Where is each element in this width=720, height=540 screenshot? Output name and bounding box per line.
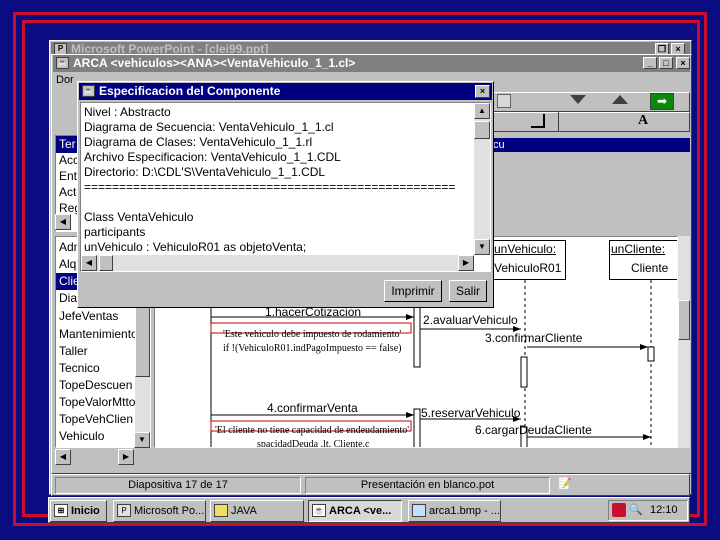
start-label: Inicio bbox=[71, 505, 100, 517]
center-header-fragment: cu bbox=[491, 138, 690, 152]
class-list-scroll-left[interactable]: ◀ bbox=[55, 449, 71, 465]
spec-scroll-right[interactable]: ▶ bbox=[458, 255, 474, 271]
list-top-item[interactable]: Ent bbox=[56, 168, 77, 185]
class-list-item[interactable]: TopeDescuen bbox=[56, 377, 139, 394]
class-list-item[interactable]: TopeVehClien bbox=[56, 411, 139, 428]
template-indicator: Presentación en blanco.pot bbox=[305, 477, 550, 494]
clock[interactable]: 12:10 bbox=[650, 503, 678, 517]
spec-line: ========================================… bbox=[84, 180, 456, 194]
message-3[interactable]: 3.confirmarCliente bbox=[485, 331, 582, 345]
scroll-left-arrow[interactable]: ◀ bbox=[55, 214, 71, 230]
spec-line: unVehiculo : VehiculoR01 as objetoVenta; bbox=[84, 240, 307, 254]
menu-item[interactable]: Dor bbox=[56, 74, 74, 86]
condition-impuesto[interactable]: if !(VehiculoR01.indPagoImpuesto == fals… bbox=[223, 343, 401, 354]
java-cup-icon: ☕ bbox=[56, 57, 69, 69]
class-list-scroll-thumb[interactable] bbox=[135, 297, 150, 377]
exit-button[interactable]: Salir bbox=[449, 280, 487, 302]
spec-scroll-up[interactable]: ▲ bbox=[474, 103, 490, 119]
line-tool-icon[interactable] bbox=[531, 114, 545, 128]
class-list-item[interactable]: Tecnico bbox=[56, 360, 139, 377]
class-list-scroll-down[interactable]: ▼ bbox=[134, 432, 150, 448]
arca-minimize-button[interactable]: _ bbox=[643, 57, 657, 69]
spec-text-area[interactable]: Nivel : Abstracto Diagrama de Secuencia:… bbox=[80, 102, 491, 272]
message-6[interactable]: 6.cargarDeudaCliente bbox=[475, 423, 592, 437]
spec-line: participants bbox=[84, 225, 146, 239]
windows-logo-icon: ⊞ bbox=[54, 504, 68, 517]
spec-line: Nivel : Abstracto bbox=[84, 105, 171, 119]
powerpoint-task-icon: P bbox=[117, 504, 131, 517]
spec-dialog-title: Especificacion del Componente bbox=[99, 84, 281, 98]
task-powerpoint[interactable]: P Microsoft Po... bbox=[113, 500, 206, 522]
task-label: ARCA <ve... bbox=[329, 505, 392, 517]
text-tool-letter[interactable]: A bbox=[638, 113, 648, 129]
canvas-vscroll[interactable] bbox=[678, 236, 690, 448]
magnifier-icon[interactable]: 🔍 bbox=[629, 503, 643, 517]
spec-line bbox=[84, 195, 472, 210]
list-top-item[interactable]: Acc bbox=[56, 152, 79, 169]
spellcheck-icon[interactable]: 📝 bbox=[558, 477, 580, 492]
task-label: JAVA bbox=[231, 505, 257, 517]
task-java[interactable]: JAVA bbox=[210, 500, 304, 522]
slide-indicator: Diapositiva 17 de 17 bbox=[55, 477, 301, 494]
spec-scroll-down[interactable]: ▼ bbox=[474, 239, 490, 255]
java-cup-icon: ☕ bbox=[82, 85, 95, 97]
spec-scroll-left[interactable]: ◀ bbox=[81, 255, 97, 271]
note-deuda[interactable]: 'El cliente no tiene capacidad de endeud… bbox=[215, 425, 409, 436]
shield-icon[interactable] bbox=[612, 503, 626, 517]
spec-hscroll[interactable] bbox=[81, 255, 474, 271]
spec-line: Archivo Especificacion: VentaVehiculo_1_… bbox=[84, 150, 341, 164]
forward-arrow-icon[interactable]: ➡ bbox=[650, 93, 674, 110]
move-up-icon[interactable] bbox=[612, 95, 628, 104]
spec-dialog-close-button[interactable]: × bbox=[475, 85, 490, 98]
task-arca[interactable]: ☕ ARCA <ve... bbox=[308, 500, 402, 522]
ppt-toolbar-2 bbox=[490, 112, 690, 132]
spec-dialog-titlebar[interactable]: ☕ Especificacion del Componente bbox=[79, 83, 492, 100]
arca-title: ARCA <vehiculos><ANA><VentaVehiculo_1_1.… bbox=[73, 56, 356, 70]
message-2[interactable]: 2.avaluarVehiculo bbox=[423, 313, 518, 327]
spec-line: Class VentaVehiculo bbox=[84, 210, 194, 224]
message-4[interactable]: 4.confirmarVenta bbox=[267, 401, 358, 415]
class-list-item[interactable]: Taller bbox=[56, 343, 139, 360]
toolbar-divider bbox=[558, 112, 559, 132]
arca-titlebar[interactable]: ☕ ARCA <vehiculos><ANA><VentaVehiculo_1_… bbox=[53, 55, 690, 72]
java-cup-icon: ☕ bbox=[312, 504, 326, 517]
move-down-icon[interactable] bbox=[570, 95, 586, 104]
class-list-item[interactable]: TopeValorMtto bbox=[56, 394, 139, 411]
spec-line: Diagrama de Clases: VentaVehiculo_1_1.rl bbox=[84, 135, 313, 149]
arca-maximize-button[interactable]: □ bbox=[659, 57, 673, 69]
spec-line: Diagrama de Secuencia: VentaVehiculo_1_1… bbox=[84, 120, 334, 134]
print-button[interactable]: Imprimir bbox=[384, 280, 442, 302]
spec-vscroll-thumb[interactable] bbox=[474, 121, 490, 139]
folder-icon bbox=[214, 504, 228, 517]
task-paint[interactable]: arca1.bmp - ... bbox=[408, 500, 501, 522]
class-list-item[interactable]: Mantenimiento bbox=[56, 326, 139, 343]
spec-hscroll-thumb[interactable] bbox=[99, 255, 113, 271]
class-list-item[interactable]: JefeVentas bbox=[56, 308, 139, 325]
spec-text-content: Nivel : Abstracto Diagrama de Secuencia:… bbox=[84, 105, 472, 255]
arca-close-button[interactable]: × bbox=[676, 57, 690, 69]
class-list-scroll-right[interactable]: ▶ bbox=[118, 449, 134, 465]
task-label: Microsoft Po... bbox=[134, 505, 205, 517]
note-impuesto[interactable]: 'Este vehiculo debe impuesto de rodamien… bbox=[223, 329, 401, 340]
task-label: arca1.bmp - ... bbox=[429, 505, 500, 517]
paint-icon bbox=[412, 504, 426, 517]
canvas-vscroll-thumb[interactable] bbox=[678, 300, 690, 340]
condition-deuda[interactable]: spacidadDeuda .lt. Cliente.c bbox=[257, 439, 369, 447]
message-5[interactable]: 5.reservarVehiculo bbox=[421, 406, 520, 420]
class-list-item[interactable]: Vehiculo bbox=[56, 428, 139, 445]
start-button[interactable]: ⊞ Inicio bbox=[50, 500, 107, 522]
clipboard-icon[interactable] bbox=[497, 94, 511, 108]
spec-line: Directorio: D:\CDL'S\VentaVehiculo_1_1.C… bbox=[84, 165, 326, 179]
